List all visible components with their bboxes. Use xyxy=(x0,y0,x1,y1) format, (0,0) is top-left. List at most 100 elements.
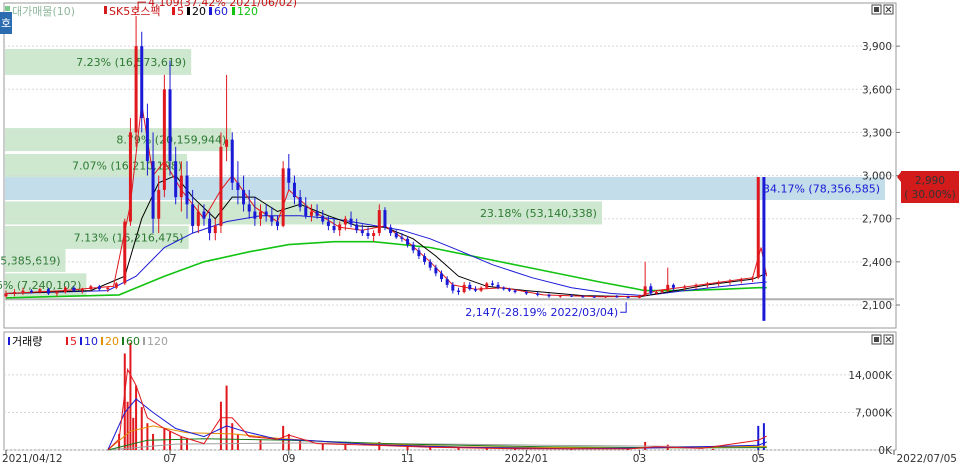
candle xyxy=(230,132,234,190)
candle-body xyxy=(97,286,101,290)
volume-panel-maximize-button[interactable] xyxy=(871,334,882,345)
candle-body xyxy=(298,197,302,208)
candle-body xyxy=(304,207,308,216)
candle xyxy=(140,31,144,133)
candle-body xyxy=(440,273,444,280)
candle-body xyxy=(343,218,347,225)
current-price-value: 2,990 xyxy=(915,175,945,187)
candle-body xyxy=(705,283,709,285)
candle-body xyxy=(162,89,166,190)
candle xyxy=(123,218,127,285)
candle-body xyxy=(21,290,25,293)
volume-bar xyxy=(259,439,262,450)
candle-body xyxy=(196,211,200,226)
candle-body xyxy=(12,292,16,294)
candle-body xyxy=(128,132,132,222)
candle-body xyxy=(114,283,118,288)
candle-body xyxy=(536,293,540,295)
candle-body xyxy=(428,261,432,268)
x-tick-label: 2021/04/12 xyxy=(2,453,63,465)
volume-bar xyxy=(712,448,715,450)
candle-body xyxy=(558,295,562,297)
candle-body xyxy=(157,189,161,219)
candle-body xyxy=(202,211,206,219)
candle-body xyxy=(604,296,608,298)
price-tick-label: 3,900 xyxy=(862,41,892,53)
candle-body xyxy=(626,297,630,299)
candle-body xyxy=(513,290,517,293)
price-tick-label: 2,400 xyxy=(862,257,892,269)
current-price-change: ( 30.00%) xyxy=(904,189,956,201)
candle-body xyxy=(253,211,257,219)
candle-body xyxy=(292,182,296,198)
candle-body xyxy=(106,287,110,290)
volume-tick-label: 14,000K xyxy=(848,370,893,382)
candle-body xyxy=(315,211,319,216)
x-tick-label: 11 xyxy=(401,453,414,465)
candle-body xyxy=(213,225,217,234)
candle-body xyxy=(80,289,84,291)
candle xyxy=(281,161,285,228)
candle-body xyxy=(592,296,596,298)
candle-body xyxy=(485,283,489,288)
candle-body xyxy=(383,210,387,228)
candle-body xyxy=(151,161,155,219)
volume-profile-label: 23.18% (53,140,338) xyxy=(480,207,597,220)
price-tick-label: 3,300 xyxy=(862,127,892,139)
candle-body xyxy=(547,294,551,297)
x-tick-label: 09 xyxy=(282,453,295,465)
candle-body xyxy=(230,139,234,183)
high-annotation-text: 4,109(37.42% 2021/06/02) xyxy=(148,0,297,9)
legend-swatch-stock xyxy=(104,6,107,14)
candle xyxy=(762,177,766,321)
candle-body xyxy=(751,277,755,280)
candle-body xyxy=(259,211,263,219)
candle-body xyxy=(338,224,342,231)
candle-body xyxy=(570,295,574,297)
price-panel-close-button[interactable] xyxy=(883,4,894,15)
candle-body xyxy=(462,284,466,293)
candle-body xyxy=(394,233,398,238)
candle-body xyxy=(377,210,381,234)
price-panel-maximize-button[interactable] xyxy=(871,4,882,15)
candle-body xyxy=(4,293,8,297)
candle-body xyxy=(140,46,144,119)
volume-legend-120: 120 xyxy=(147,335,168,348)
candle-body xyxy=(270,215,274,222)
candle xyxy=(383,207,387,231)
volume-panel-close-button[interactable] xyxy=(883,334,894,345)
candle-body xyxy=(349,218,353,225)
candle-body xyxy=(762,177,766,321)
candle-body xyxy=(372,233,376,236)
volume-profile-band xyxy=(5,177,885,201)
candle-body xyxy=(507,289,511,291)
candle-body xyxy=(264,211,268,216)
volume-profile-label: 7.13% (16,216,475) xyxy=(74,231,184,244)
candle-body xyxy=(649,286,653,294)
candle-body xyxy=(451,284,455,291)
candle-body xyxy=(174,161,178,198)
candle-body xyxy=(406,238,410,245)
x-tick-label: 03 xyxy=(633,453,646,465)
candle-body xyxy=(275,221,279,226)
candle-body xyxy=(236,182,240,190)
x-tick-label: 07 xyxy=(163,453,176,465)
x-tick-label: 05 xyxy=(752,453,765,465)
candle-body xyxy=(694,284,698,287)
candle-body xyxy=(321,215,325,222)
volume-bar xyxy=(152,433,155,450)
candle-body xyxy=(717,281,721,284)
candle-body xyxy=(660,290,664,293)
candle-body xyxy=(423,256,427,262)
price-tick-label: 3,600 xyxy=(862,84,892,96)
candle-body xyxy=(524,292,528,294)
candle-body xyxy=(168,89,172,162)
volume-bar xyxy=(236,433,239,450)
candle-body xyxy=(728,280,732,282)
candle-body xyxy=(219,146,223,226)
candle-body xyxy=(281,168,285,226)
candle-body xyxy=(355,224,359,231)
volume-tick-label: 0K xyxy=(878,445,893,457)
price-panel: 7.23% (16,573,619)8.79% (20,159,944)7.07… xyxy=(0,0,959,329)
candle-body xyxy=(473,289,477,291)
